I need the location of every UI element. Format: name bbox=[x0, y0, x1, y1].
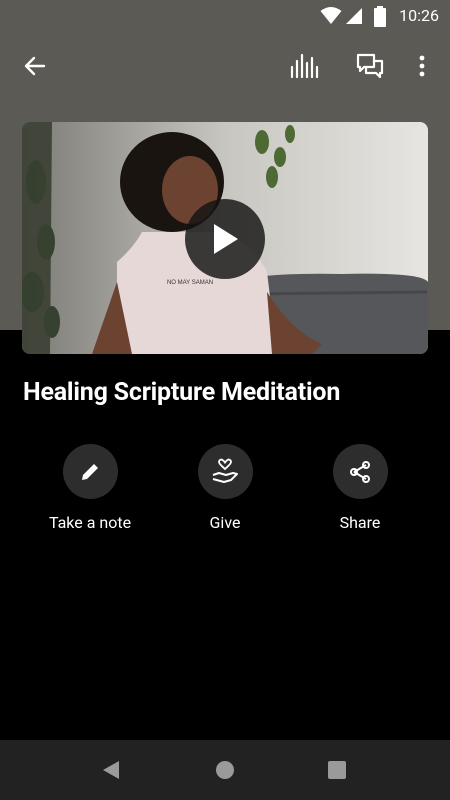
give-circle[interactable] bbox=[197, 444, 253, 499]
give-button[interactable]: Give bbox=[155, 444, 295, 532]
nav-recents-button[interactable] bbox=[307, 740, 367, 800]
shirt-text: NO MAY SAMAN bbox=[167, 280, 213, 286]
arrow-back-icon bbox=[24, 56, 46, 76]
app-bar bbox=[0, 40, 450, 92]
nav-back-button[interactable] bbox=[81, 740, 141, 800]
share-label: Share bbox=[339, 513, 381, 532]
hand-heart-icon bbox=[212, 458, 238, 483]
chat-button[interactable] bbox=[346, 40, 394, 92]
status-time: 10:26 bbox=[399, 6, 439, 25]
battery-icon bbox=[374, 6, 386, 27]
play-button[interactable] bbox=[185, 199, 265, 279]
audio-waveform-icon bbox=[290, 53, 319, 79]
triangle-back-icon bbox=[103, 761, 119, 779]
take-note-label: Take a note bbox=[48, 513, 132, 532]
pencil-icon bbox=[82, 463, 98, 480]
share-icon bbox=[350, 460, 370, 483]
page-title: Healing Scripture Meditation bbox=[23, 378, 341, 407]
share-circle[interactable] bbox=[332, 444, 388, 499]
cell-signal-icon bbox=[346, 8, 362, 24]
nav-home-button[interactable] bbox=[195, 740, 255, 800]
chat-bubbles-icon bbox=[356, 53, 384, 79]
back-button[interactable] bbox=[11, 40, 59, 92]
square-recents-icon bbox=[328, 761, 346, 779]
status-bar: 10:26 bbox=[0, 0, 450, 32]
share-button[interactable]: Share bbox=[290, 444, 430, 532]
audio-button[interactable] bbox=[281, 40, 329, 92]
more-vert-icon bbox=[419, 55, 425, 77]
more-options-button[interactable] bbox=[398, 40, 446, 92]
system-nav-bar bbox=[0, 740, 450, 800]
wifi-icon bbox=[320, 7, 342, 24]
play-icon bbox=[214, 224, 238, 254]
give-label: Give bbox=[209, 513, 241, 532]
circle-home-icon bbox=[216, 761, 234, 779]
take-note-button[interactable]: Take a note bbox=[20, 444, 160, 532]
take-note-circle[interactable] bbox=[62, 444, 118, 499]
